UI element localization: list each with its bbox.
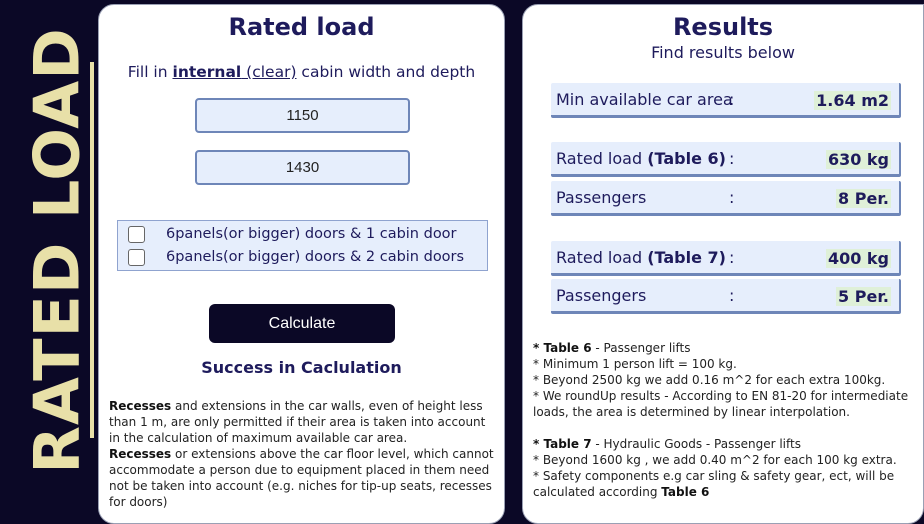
door-option-1-label: 6panels(or bigger) doors & 1 cabin door: [166, 226, 457, 242]
result-label: Min available car area: [556, 90, 733, 109]
banner-rule: [90, 62, 94, 438]
table6-bold: * Table 6: [533, 341, 592, 355]
table7-line-2-bold: Table 6: [661, 485, 710, 499]
panel-title: Rated load: [228, 13, 375, 41]
result-value: 1.64 m2: [814, 91, 891, 110]
table6-line-1: * Minimum 1 person lift = 100 kg.: [533, 357, 737, 371]
results-title: Results: [672, 13, 774, 41]
table-notes: * Table 6 - Passenger lifts * Minimum 1 …: [533, 340, 918, 500]
table6-text: - Passenger lifts: [591, 341, 691, 355]
result-value: 400 kg: [825, 249, 891, 268]
table6-line-2: * Beyond 2500 kg we add 0.16 m^2 for eac…: [533, 373, 886, 387]
result-colon: :: [729, 149, 735, 168]
instruction-text: Fill in internal (clear) cabin width and…: [99, 63, 504, 81]
result-label: Passengers: [556, 286, 647, 305]
result-row-passengers-t7: Passengers : 5 Per.: [551, 279, 901, 314]
success-message: Success in Caclulation: [201, 358, 402, 377]
table7-text: - Hydraulic Goods - Passenger lifts: [591, 437, 801, 451]
result-row-passengers-t6: Passengers : 8 Per.: [551, 181, 901, 216]
cabin-depth-input[interactable]: [195, 150, 410, 185]
result-row-rated-load-t6: Rated load (Table 6) : 630 kg: [551, 142, 901, 177]
result-label: Passengers: [556, 188, 647, 207]
results-subtitle: Find results below: [651, 43, 795, 62]
result-colon: :: [729, 286, 735, 305]
result-value: 8 Per.: [836, 189, 891, 208]
recesses-notes: Recesses and extensions in the car walls…: [109, 398, 499, 510]
checkbox-door-option-2[interactable]: [128, 248, 145, 266]
banner-title: RATED LOAD: [20, 26, 94, 474]
note-1-bold: Recesses: [109, 399, 172, 413]
table6-line-3: * We roundUp results - According to EN 8…: [533, 389, 909, 419]
side-banner: RATED LOAD: [0, 0, 98, 500]
result-row-rated-load-t7: Rated load (Table 7) : 400 kg: [551, 241, 901, 276]
door-option-1[interactable]: 6panels(or bigger) doors & 1 cabin door: [128, 223, 457, 245]
calculate-button[interactable]: Calculate: [209, 304, 395, 343]
banner-title-wrap: RATED LOAD: [21, 27, 94, 473]
table7-bold: * Table 7: [533, 437, 592, 451]
result-colon: :: [729, 248, 735, 267]
checkbox-door-option-1[interactable]: [128, 225, 145, 243]
instruction-internal: internal: [172, 63, 242, 81]
door-options: 6panels(or bigger) doors & 1 cabin door …: [117, 220, 488, 271]
instruction-pre: Fill in: [127, 63, 173, 81]
results-panel: Results Find results below Min available…: [522, 4, 924, 524]
result-value: 5 Per.: [836, 287, 891, 306]
result-value: 630 kg: [825, 150, 891, 169]
rated-load-panel: Rated load Fill in internal (clear) cabi…: [98, 4, 505, 524]
result-row-min-area: Min available car area : 1.64 m2: [551, 83, 901, 118]
instruction-post: cabin width and depth: [296, 63, 476, 81]
door-option-2-label: 6panels(or bigger) doors & 2 cabin doors: [166, 249, 465, 265]
door-option-2[interactable]: 6panels(or bigger) doors & 2 cabin doors: [128, 246, 464, 268]
cabin-width-input[interactable]: [195, 98, 410, 133]
table7-line-1: * Beyond 1600 kg , we add 0.40 m^2 for e…: [533, 453, 897, 467]
result-colon: :: [729, 188, 735, 207]
table7-line-2: * Safety components e.g car sling & safe…: [533, 469, 895, 499]
result-label: Rated load (Table 7): [556, 248, 726, 267]
instruction-clear: (clear): [241, 63, 297, 81]
note-2-bold: Recesses: [109, 447, 172, 461]
result-colon: :: [729, 90, 735, 109]
result-label: Rated load (Table 6): [556, 149, 726, 168]
